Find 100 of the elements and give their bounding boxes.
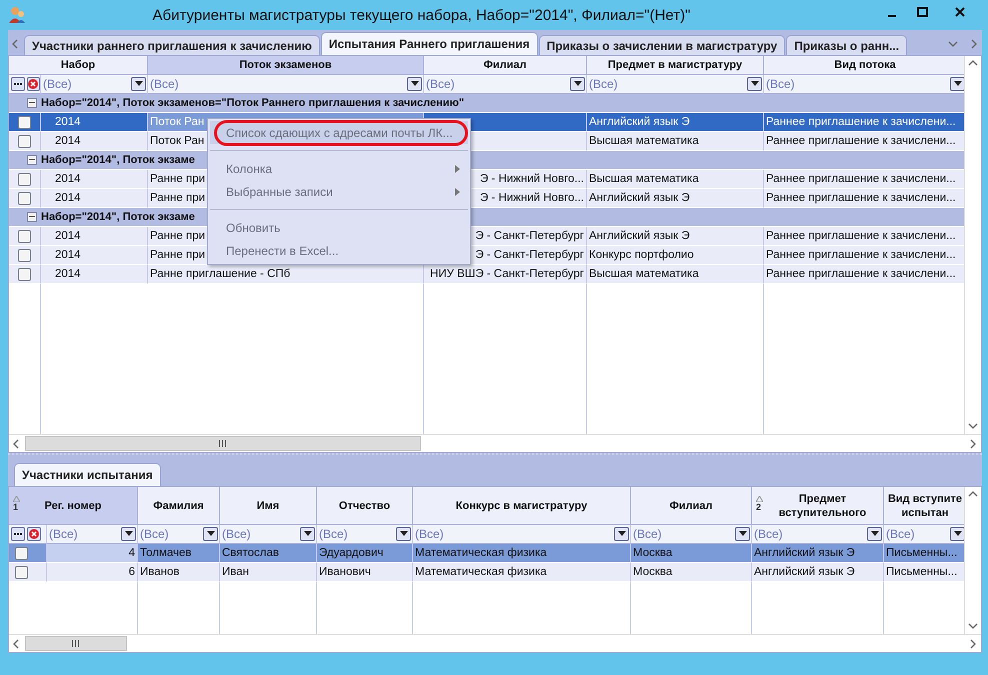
menu-item[interactable]: Перенести в Excel... xyxy=(210,239,468,262)
table-cell: Ранне при xyxy=(150,192,206,204)
menu-item[interactable]: Выбранные записи xyxy=(210,180,468,203)
clear-filter-button[interactable] xyxy=(26,77,40,91)
dropdown-button[interactable] xyxy=(396,527,411,541)
table-cell: Поток Ран xyxy=(150,116,204,128)
filter-field[interactable]: (Все) xyxy=(317,525,413,544)
close-icon xyxy=(29,529,39,539)
column-header[interactable]: 2 Предмет вступительного xyxy=(752,487,884,525)
grip-icon xyxy=(219,440,227,447)
filter-field[interactable]: (Все) xyxy=(47,525,138,544)
dropdown-button[interactable] xyxy=(121,527,136,541)
column-header[interactable]: Вид вступите испытан xyxy=(884,487,964,525)
column-header[interactable]: Филиал xyxy=(424,56,587,75)
table-cell: Раннее приглашение к зачислени... xyxy=(766,230,956,242)
dropdown-button[interactable] xyxy=(747,77,762,91)
column-header[interactable]: Набор xyxy=(9,56,148,75)
column-header[interactable]: Отчество xyxy=(317,487,413,525)
submenu-arrow-icon xyxy=(455,188,460,196)
column-header[interactable]: Фамилия xyxy=(138,487,220,525)
tab[interactable]: Участники испытания xyxy=(14,463,161,486)
more-button[interactable] xyxy=(11,527,25,541)
table-cell: Английский язык Э xyxy=(589,116,690,128)
dropdown-button[interactable] xyxy=(203,527,218,541)
table-cell: Москва xyxy=(633,566,672,578)
tab[interactable]: Участники раннего приглашения к зачислению xyxy=(24,35,320,55)
filter-field[interactable]: (Все) xyxy=(764,75,964,94)
table-cell: Э - Санкт-Петербург xyxy=(475,230,584,242)
dropdown-button[interactable] xyxy=(131,77,146,91)
filter-field[interactable]: (Все) xyxy=(587,75,764,94)
column-header[interactable]: Филиал xyxy=(631,487,752,525)
table-cell: 2014 xyxy=(55,173,81,185)
table-cell: Письменны... xyxy=(886,547,958,559)
dropdown-button[interactable] xyxy=(300,527,315,541)
row-checkbox[interactable] xyxy=(18,172,31,186)
row-checkbox[interactable] xyxy=(18,230,31,242)
filter-field[interactable]: (Все) xyxy=(884,525,964,544)
dropdown-button[interactable] xyxy=(570,77,585,91)
table-cell: 4 xyxy=(128,547,135,559)
filter-field[interactable]: (Все) xyxy=(413,525,631,544)
dropdown-button[interactable] xyxy=(735,527,750,541)
table-cell: Ранне при xyxy=(150,230,206,242)
filter-field[interactable]: (Все) xyxy=(148,75,424,94)
filter-field[interactable]: (Все) xyxy=(631,525,752,544)
scroll-thumb[interactable] xyxy=(25,636,127,651)
table-cell: Английский язык Э xyxy=(754,566,855,578)
collapse-icon[interactable] xyxy=(27,98,37,108)
table-cell: Иван xyxy=(222,566,249,578)
submenu-arrow-icon xyxy=(455,164,460,172)
row-checkbox[interactable] xyxy=(18,192,31,204)
table-cell: 2014 xyxy=(55,116,81,128)
filter-field[interactable]: (Все) xyxy=(220,525,317,544)
table-cell: Э - Нижний Новго... xyxy=(480,192,584,204)
table-cell: Английский язык Э xyxy=(754,547,855,559)
table-cell: Математическая физика xyxy=(415,566,547,578)
column-header[interactable]: Имя xyxy=(220,487,317,525)
scroll-thumb[interactable] xyxy=(25,436,421,451)
row-checkbox[interactable] xyxy=(18,248,31,262)
dropdown-button[interactable] xyxy=(614,527,629,541)
filter-field[interactable]: (Все) xyxy=(752,525,884,544)
dropdown-button[interactable] xyxy=(950,527,964,541)
collapse-icon[interactable] xyxy=(27,212,37,222)
table-cell: Ранне при xyxy=(150,249,206,261)
row-checkbox[interactable] xyxy=(18,134,31,148)
table-cell: 2014 xyxy=(55,249,81,261)
column-header[interactable]: 1 Рег. номер xyxy=(9,487,138,525)
dropdown-button[interactable] xyxy=(867,527,882,541)
table-cell: Ранне приглашение - СПб xyxy=(150,268,290,280)
table-cell: 2014 xyxy=(55,135,81,147)
clear-filter-button[interactable] xyxy=(27,527,41,541)
tab[interactable]: Приказы о ранн... xyxy=(786,35,908,55)
group-row[interactable]: Набор="2014", Поток экзаменов="Поток Раннего приглашения к зачислению" xyxy=(9,94,964,113)
column-header[interactable]: Вид потока xyxy=(764,56,964,75)
filter-field[interactable]: (Все) xyxy=(138,525,220,544)
row-checkbox[interactable] xyxy=(18,268,31,280)
column-header[interactable]: Конкурс в магистратуру xyxy=(413,487,631,525)
row-checkbox[interactable] xyxy=(15,566,28,578)
row-checkbox[interactable] xyxy=(15,546,28,560)
table-cell: Английский язык Э xyxy=(589,230,690,242)
filter-field[interactable]: (Все) xyxy=(41,75,148,94)
collapse-icon[interactable] xyxy=(27,155,37,165)
horizontal-scrollbar[interactable] xyxy=(9,634,981,652)
table-cell: 2014 xyxy=(55,192,81,204)
table-cell: Толмачев xyxy=(140,547,192,559)
table-cell: Раннее приглашение к зачислени... xyxy=(766,135,956,147)
tab[interactable]: Испытания Раннего приглашения xyxy=(320,32,538,55)
dropdown-button[interactable] xyxy=(407,77,422,91)
horizontal-scrollbar[interactable] xyxy=(9,434,981,452)
filter-field[interactable]: (Все) xyxy=(424,75,587,94)
table-cell: Э - Санкт-Петербург xyxy=(475,249,584,261)
column-header[interactable]: Предмет в магистратуру xyxy=(587,56,764,75)
table-cell: Москва xyxy=(633,547,672,559)
tab[interactable]: Приказы о зачислении в магистратуру xyxy=(538,35,786,55)
more-button[interactable] xyxy=(11,77,24,91)
window-title: Абитуриенты магистратуры текущего набора, Набор="2014", Филиал="(Нет)" xyxy=(152,6,692,24)
dropdown-button[interactable] xyxy=(950,77,964,91)
table-cell: Раннее приглашение к зачислени... xyxy=(766,249,956,261)
table-cell: Иванов xyxy=(140,566,180,578)
row-checkbox[interactable] xyxy=(18,116,31,128)
column-header[interactable]: Поток экзаменов xyxy=(148,56,424,75)
